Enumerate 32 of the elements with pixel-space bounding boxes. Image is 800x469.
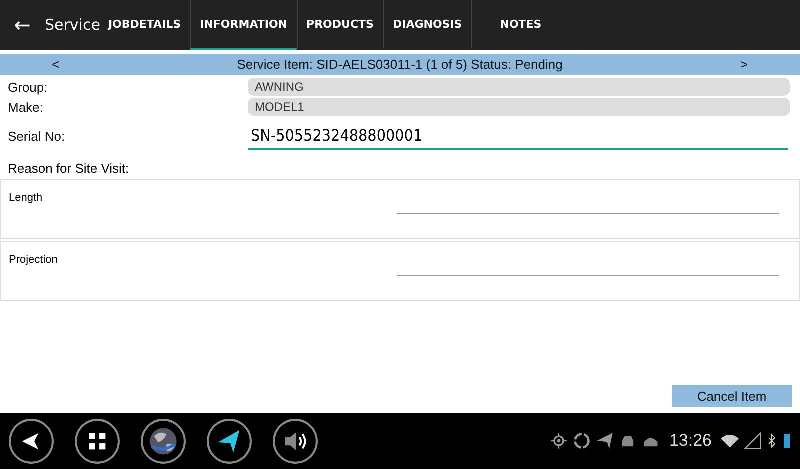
field-label: Make: xyxy=(8,100,44,114)
service-item-title: Service Item: SID-AELS03011-1 (1 of 5) Status: Pending xyxy=(237,57,563,72)
previous-button[interactable]: < xyxy=(0,57,112,72)
bluetooth-icon xyxy=(767,432,777,450)
next-button[interactable]: > xyxy=(688,57,800,72)
readonly-field: MODEL1 xyxy=(248,98,790,116)
signal-icon xyxy=(744,432,762,450)
section-label: Reason for Site Visit: xyxy=(7,160,130,177)
navigation-icon[interactable] xyxy=(206,418,253,464)
tab[interactable]: NOTES xyxy=(471,0,570,50)
back-button[interactable]: ← xyxy=(0,13,45,37)
apps-icon[interactable] xyxy=(74,418,121,464)
tab[interactable]: PRODUCTS xyxy=(296,0,383,50)
screen-title: Service xyxy=(45,16,100,34)
tab[interactable]: JOBDETAILS xyxy=(108,0,190,50)
back-icon[interactable] xyxy=(8,418,55,464)
cancel-item-button[interactable]: Cancel Item xyxy=(672,385,792,407)
field-label: Serial No: xyxy=(8,128,66,144)
measurement-label: Projection xyxy=(9,254,58,266)
measurement-label: Length xyxy=(9,192,43,204)
sync-icon xyxy=(573,432,592,450)
volume-icon[interactable] xyxy=(272,418,319,464)
globe-icon[interactable] xyxy=(140,418,187,464)
field-label: Group: xyxy=(8,80,49,94)
tab[interactable]: INFORMATION xyxy=(190,0,297,50)
readonly-field: AWNING xyxy=(248,78,790,96)
arrow-icon xyxy=(596,432,614,450)
clock: 13:26 xyxy=(669,431,712,451)
tab[interactable]: DIAGNOSIS xyxy=(382,0,472,50)
wifi-icon xyxy=(721,432,739,450)
location-icon xyxy=(550,432,568,450)
battery-icon xyxy=(782,432,792,450)
